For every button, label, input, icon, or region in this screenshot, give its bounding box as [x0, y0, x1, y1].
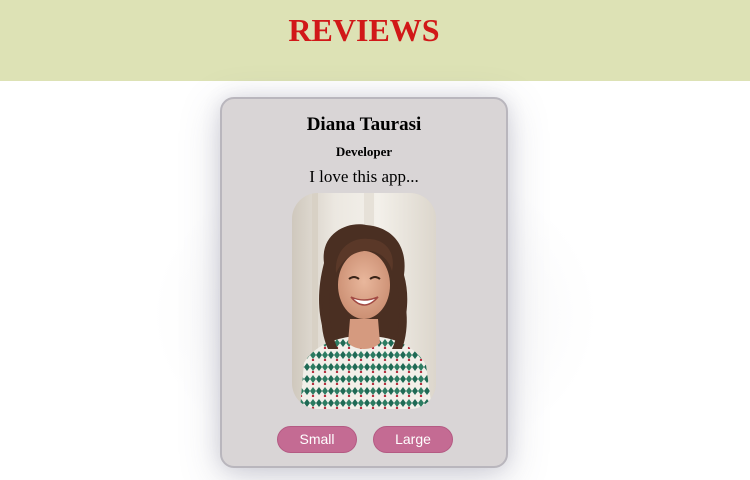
review-quote: I love this app... — [309, 167, 419, 186]
page-title: REVIEWS — [288, 12, 440, 48]
review-card: Diana Taurasi Developer I love this app.… — [220, 97, 508, 468]
reviewer-photo — [292, 193, 436, 409]
header-banner: REVIEWS — [0, 0, 750, 81]
reviewer-name: Diana Taurasi — [306, 114, 422, 135]
small-button[interactable]: Small — [277, 426, 357, 453]
reviewer-role: Developer — [335, 144, 393, 159]
large-button[interactable]: Large — [373, 426, 453, 453]
reviewer-photo-image — [292, 193, 436, 409]
